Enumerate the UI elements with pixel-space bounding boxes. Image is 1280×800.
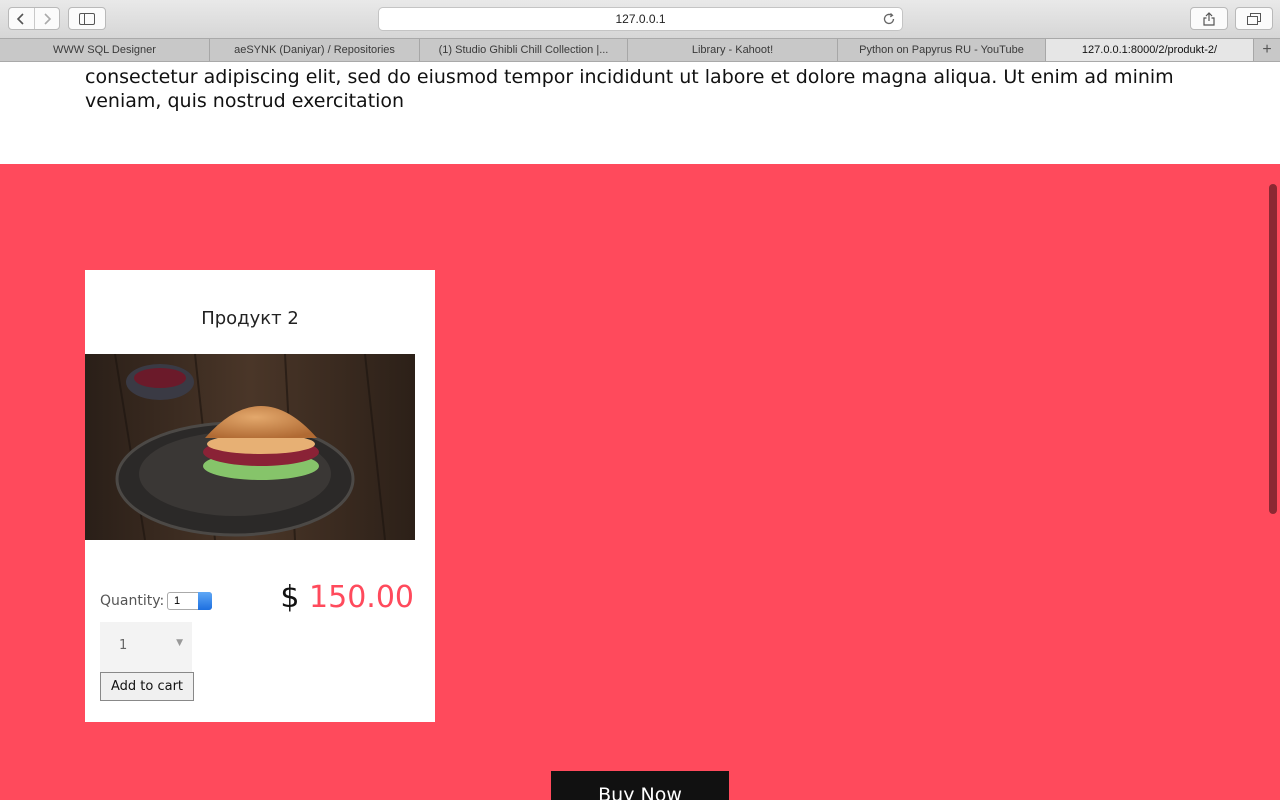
- tab-aesynk-repositories[interactable]: aeSYNK (Daniyar) / Repositories: [210, 39, 420, 61]
- quantity-select[interactable]: 1: [167, 592, 212, 610]
- history-nav: [8, 7, 60, 30]
- tab-label: WWW SQL Designer: [53, 44, 156, 56]
- tabs-icon: [1247, 12, 1261, 25]
- share-icon: [1203, 11, 1215, 26]
- share-button[interactable]: [1190, 7, 1228, 30]
- dropdown-value: 1: [119, 638, 128, 653]
- reload-icon[interactable]: [882, 12, 896, 26]
- product-section: Продукт 2 Quantity: 1 $ 150.00 1 ▼ Add t…: [0, 164, 1280, 800]
- tab-label: Python on Papyrus RU - YouTube: [859, 44, 1024, 56]
- address-text: 127.0.0.1: [615, 12, 666, 26]
- page-content: consectetur adipiscing elit, sed do eius…: [0, 63, 1280, 800]
- tab-studio-ghibli[interactable]: (1) Studio Ghibli Chill Collection |...: [420, 39, 628, 61]
- chevron-down-icon: ▼: [176, 638, 183, 648]
- new-tab-button[interactable]: +: [1254, 39, 1280, 61]
- tab-label: (1) Studio Ghibli Chill Collection |...: [438, 44, 609, 56]
- product-title: Продукт 2: [201, 308, 299, 329]
- intro-text: consectetur adipiscing elit, sed do eius…: [85, 66, 1174, 112]
- tab-label: Library - Kahoot!: [691, 44, 774, 56]
- price-amount: 150.00: [309, 580, 414, 615]
- quantity-label: Quantity:: [100, 593, 165, 609]
- product-image: [85, 354, 415, 540]
- price-currency: $: [280, 580, 300, 615]
- tab-label: aeSYNK (Daniyar) / Repositories: [234, 44, 395, 56]
- chevron-left-icon: [17, 12, 25, 25]
- tab-library-kahoot[interactable]: Library - Kahoot!: [628, 39, 838, 61]
- stepper-arrows-icon: [198, 592, 212, 610]
- back-button[interactable]: [9, 8, 34, 29]
- product-price: $ 150.00: [280, 580, 414, 615]
- tab-produkt-2[interactable]: 127.0.0.1:8000/2/produkt-2/: [1046, 39, 1254, 61]
- product-card: Продукт 2 Quantity: 1 $ 150.00 1 ▼ Add t…: [85, 270, 435, 722]
- add-to-cart-button[interactable]: Add to cart: [100, 672, 194, 701]
- chevron-right-icon: [44, 12, 52, 25]
- sidebar-button[interactable]: [68, 7, 106, 30]
- browser-toolbar: 127.0.0.1: [0, 0, 1280, 38]
- sidebar-icon: [79, 12, 95, 25]
- tab-www-sql-designer[interactable]: WWW SQL Designer: [0, 39, 210, 61]
- buy-now-button[interactable]: Buy Now: [551, 771, 729, 800]
- forward-button[interactable]: [33, 8, 59, 29]
- address-bar[interactable]: 127.0.0.1: [378, 7, 903, 31]
- tab-python-on-papyrus[interactable]: Python on Papyrus RU - YouTube: [838, 39, 1046, 61]
- tab-label: 127.0.0.1:8000/2/produkt-2/: [1081, 44, 1218, 56]
- variant-dropdown[interactable]: 1 ▼: [100, 622, 192, 672]
- tabs-overview-button[interactable]: [1235, 7, 1273, 30]
- quantity-value: 1: [174, 595, 181, 607]
- page-scrollbar[interactable]: [1269, 184, 1277, 514]
- plus-icon: +: [1262, 41, 1272, 58]
- tab-bar: WWW SQL Designer aeSYNK (Daniyar) / Repo…: [0, 38, 1280, 62]
